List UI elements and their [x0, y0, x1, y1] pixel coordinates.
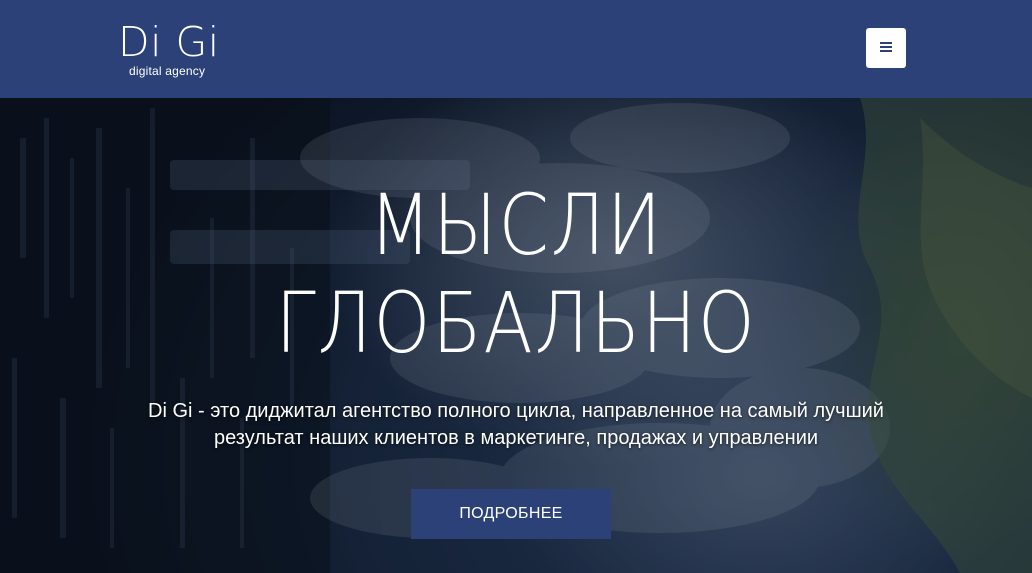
hero-subtitle-line-2: результат наших клиентов в маркетинге, п… [213, 427, 819, 449]
hero-title-line-1: МЫСЛИ [369, 176, 663, 274]
menu-toggle-button[interactable] [866, 28, 906, 68]
logo[interactable]: Di Gi digital agency [118, 18, 220, 78]
site-header: Di Gi digital agency [0, 0, 1032, 98]
hero-subtitle-line-1: Di Gi - это диджитал агентство полного ц… [148, 400, 884, 422]
hamburger-menu-icon [880, 42, 892, 53]
logo-tagline: digital agency [129, 64, 206, 78]
hero-title-line-2: ГЛОБАЛЬНО [275, 274, 757, 372]
hero-section: МЫСЛИ ГЛОБАЛЬНО Di Gi - это диджитал аге… [0, 98, 1032, 573]
more-details-button[interactable]: ПОДРОБНЕЕ [411, 489, 611, 539]
hero-subtitle: Di Gi - это диджитал агентство полного ц… [96, 398, 936, 452]
logo-name: Di Gi [118, 18, 220, 66]
